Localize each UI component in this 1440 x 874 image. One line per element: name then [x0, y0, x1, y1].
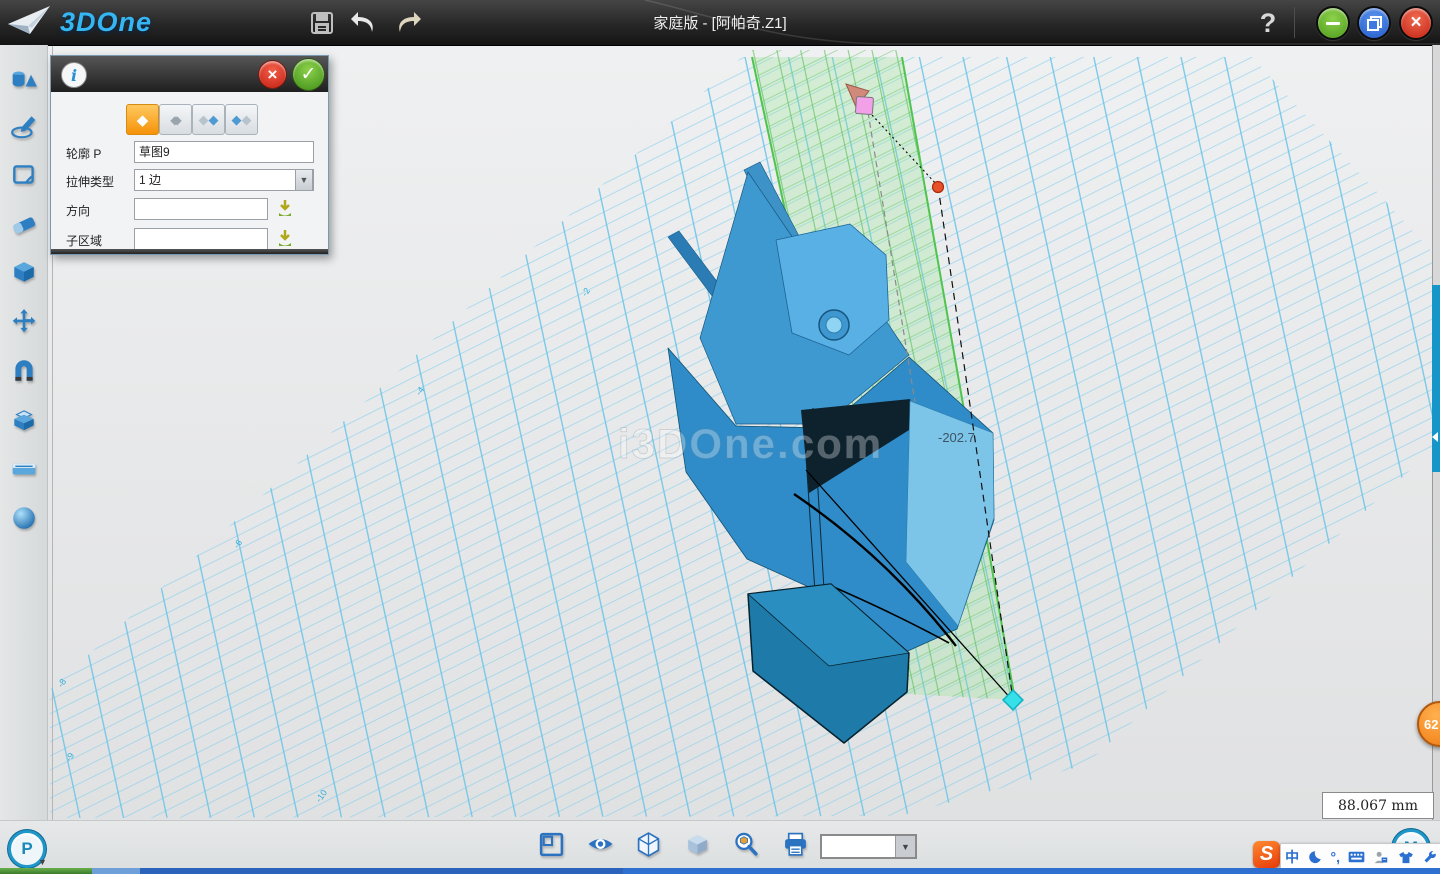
left-toolbar: [0, 45, 48, 868]
skin-shirt-icon[interactable]: [1398, 850, 1414, 865]
tool-eraser[interactable]: [8, 209, 40, 241]
help-button[interactable]: ?: [1254, 4, 1282, 42]
subregion-pick-icon[interactable]: [275, 228, 295, 248]
keyboard-icon[interactable]: [1348, 850, 1365, 864]
restore-button[interactable]: [1357, 6, 1391, 40]
extrude-option-remove[interactable]: ◆◆: [192, 104, 225, 135]
ime-toolbar: 中 °,: [1280, 843, 1440, 871]
view-layout-button[interactable]: [536, 829, 566, 859]
dimension-label: -202.7: [938, 430, 975, 445]
svg-text:-10: -10: [313, 788, 329, 804]
print-button[interactable]: [780, 829, 810, 859]
ime-logo[interactable]: S: [1253, 841, 1280, 868]
save-button[interactable]: [307, 8, 337, 38]
taskbar-segment-blue: [623, 868, 1440, 874]
paper-plane-icon: [6, 4, 52, 40]
titlebar-separator: [1294, 7, 1295, 38]
taskbar-segment-green: [0, 868, 92, 874]
svg-text:-4: -4: [413, 385, 426, 397]
tool-plane[interactable]: [8, 159, 40, 191]
user-dict-icon[interactable]: [1373, 850, 1389, 865]
app-logo: 3DOne: [6, 4, 152, 40]
brand-text: 3DOne: [60, 7, 152, 38]
redo-button[interactable]: [392, 8, 422, 38]
anchor-point-red[interactable]: [933, 182, 944, 193]
profile-input[interactable]: 草图9: [134, 141, 314, 163]
close-button[interactable]: ×: [1399, 6, 1433, 40]
svg-text:-2: -2: [579, 286, 592, 298]
taskbar-segment-light: [92, 868, 140, 874]
title-bar: 3DOne 家庭版 - [阿帕奇.Z1] ? ×: [0, 0, 1440, 46]
direction-label: 方向: [66, 202, 90, 219]
zoom-button[interactable]: [731, 829, 761, 859]
taskbar-segment-dark: [140, 868, 623, 874]
ime-punctuation-toggle[interactable]: °,: [1331, 849, 1341, 865]
panel-collapse-tab[interactable]: [1432, 285, 1440, 472]
dialog-cancel-button[interactable]: ×: [258, 60, 287, 89]
tool-assembly[interactable]: [8, 404, 40, 436]
undo-button[interactable]: [350, 8, 380, 38]
handle-square-marker[interactable]: [855, 96, 873, 114]
combobox-value: [822, 836, 895, 857]
moon-icon[interactable]: [1307, 850, 1322, 865]
dialog-header[interactable]: i × ✓: [51, 56, 328, 92]
bottom-toolbar: P ▼ ▼ M: [0, 820, 1440, 869]
subregion-label: 子区域: [66, 232, 102, 249]
wireframe-view-button[interactable]: [633, 829, 663, 859]
svg-text:-6: -6: [231, 538, 244, 550]
dialog-footer: [51, 249, 328, 254]
view-preset-combobox[interactable]: ▼: [820, 834, 917, 859]
chevron-down-icon[interactable]: ▼: [38, 857, 47, 867]
tool-solid[interactable]: [8, 257, 40, 289]
dialog-confirm-button[interactable]: ✓: [292, 58, 325, 91]
visibility-eye-button[interactable]: [585, 829, 615, 859]
watermark: i3DOne.com: [618, 420, 883, 467]
measure-readout: 88.067 mm: [1322, 792, 1434, 819]
extrude-type-select[interactable]: 1 边: [134, 169, 314, 191]
extrude-option-base[interactable]: ◆: [126, 104, 159, 135]
tool-primitives[interactable]: [8, 63, 40, 95]
minimize-button[interactable]: [1316, 6, 1350, 40]
window-title: 家庭版 - [阿帕奇.Z1]: [520, 0, 920, 45]
app-window: i3DOne.com -202.7 -8-9-6-4-2-10 3DOne 家庭…: [0, 0, 1440, 874]
extrude-type-label: 拉伸类型: [66, 173, 114, 190]
chevron-left-icon: [1432, 432, 1438, 442]
extrude-dialog: i × ✓ ◆ ◆◆ ◆◆ ◆◆ 轮廓 P 草图9 拉伸类型 1 边 ▼ 方向 …: [50, 55, 329, 255]
tool-move[interactable]: [8, 306, 40, 338]
chevron-down-icon[interactable]: ▼: [895, 836, 915, 857]
svg-text:-8: -8: [55, 677, 68, 689]
tool-material[interactable]: [8, 502, 40, 534]
ime-language-toggle[interactable]: 中: [1285, 847, 1299, 867]
tool-sketch[interactable]: [8, 111, 40, 143]
extrude-option-add[interactable]: ◆◆: [159, 104, 192, 135]
extrude-type-dropdown-arrow[interactable]: ▼: [295, 169, 313, 191]
grid-tick-labels: -8-9-6-4-2-10: [55, 286, 592, 804]
model-turret-lens: [826, 317, 842, 333]
extrude-option-intersect[interactable]: ◆◆: [225, 104, 258, 135]
shaded-view-button[interactable]: [682, 829, 712, 859]
direction-pick-icon[interactable]: [275, 198, 295, 218]
subregion-input[interactable]: [134, 228, 268, 250]
tool-measure[interactable]: [8, 453, 40, 485]
profile-label: 轮廓 P: [66, 145, 101, 162]
info-icon: i: [61, 62, 87, 88]
tool-snap-magnet[interactable]: [8, 355, 40, 387]
direction-input[interactable]: [134, 198, 268, 220]
wrench-settings-icon[interactable]: [1422, 850, 1437, 865]
